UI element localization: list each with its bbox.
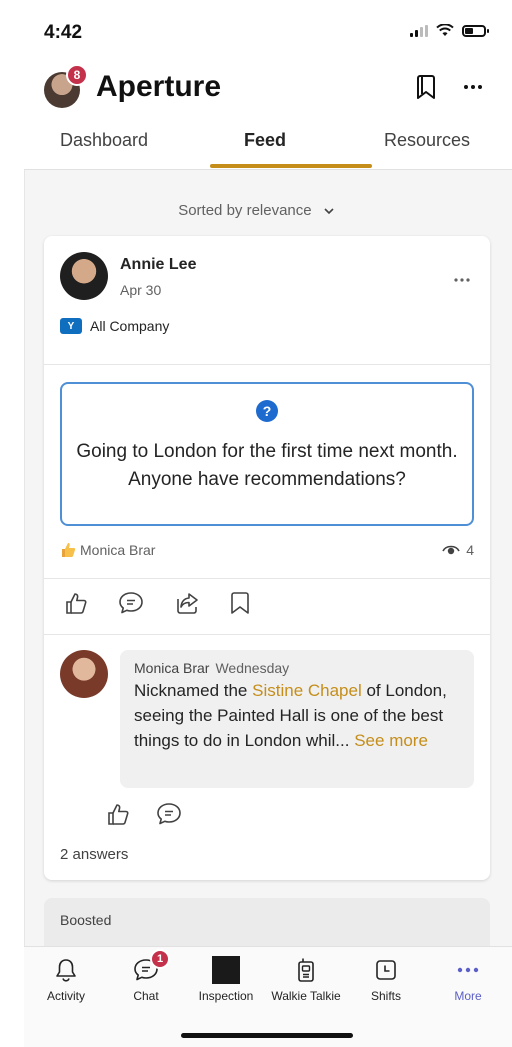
nav-activity-label: Activity xyxy=(46,989,85,1003)
nav-inspection-label: Inspection xyxy=(198,989,254,1003)
chat-badge: 1 xyxy=(150,949,170,969)
reply-author[interactable]: Monica Brar xyxy=(134,660,209,676)
wifi-icon xyxy=(436,24,454,36)
bottom-nav: Activity 1 Chat Inspection Walkie Talkie… xyxy=(24,946,512,1047)
post-actions xyxy=(64,591,250,620)
nav-chat[interactable]: 1 Chat xyxy=(106,949,186,1003)
reacted-by[interactable]: Monica Brar xyxy=(60,542,155,558)
walkie-talkie-icon xyxy=(298,958,314,982)
sort-dropdown[interactable]: Sorted by relevance xyxy=(0,202,512,219)
reply-bubble: Monica Brar Wednesday Nicknamed the Sisti… xyxy=(120,650,474,788)
nav-walkie-talkie-label: Walkie Talkie xyxy=(271,989,341,1003)
comment-icon[interactable] xyxy=(118,591,144,620)
tab-dashboard[interactable]: Dashboard xyxy=(60,130,148,151)
app-title: Aperture xyxy=(96,70,222,103)
reply-time: Wednesday xyxy=(215,660,290,676)
bookmark-icon[interactable] xyxy=(416,74,436,100)
reply-like-icon[interactable] xyxy=(106,802,130,831)
answers-count[interactable]: 2 answers xyxy=(60,846,128,863)
divider xyxy=(44,364,490,365)
nav-shifts[interactable]: Shifts xyxy=(346,955,426,1003)
author-name[interactable]: Annie Lee xyxy=(120,256,196,274)
nav-more[interactable]: More xyxy=(428,955,508,1003)
view-count: 4 xyxy=(442,542,474,558)
active-tab-indicator xyxy=(210,164,372,168)
shifts-icon xyxy=(376,960,396,980)
boosted-section: Boosted xyxy=(44,898,490,948)
nav-more-label: More xyxy=(454,989,482,1003)
community-link[interactable]: Y All Company xyxy=(60,318,169,334)
reaction-summary: Monica Brar 4 xyxy=(60,542,474,562)
reply-link[interactable]: Sistine Chapel xyxy=(252,681,362,700)
reply-author-avatar[interactable] xyxy=(60,650,108,698)
reacted-by-name: Monica Brar xyxy=(80,542,156,558)
divider xyxy=(44,634,490,635)
yammer-icon: Y xyxy=(60,318,82,334)
reply-actions xyxy=(106,802,182,831)
more-options-icon[interactable] xyxy=(464,84,482,90)
notification-badge: 8 xyxy=(66,64,88,86)
bell-icon xyxy=(56,959,76,982)
eye-icon xyxy=(442,545,460,555)
question-icon: ? xyxy=(256,400,278,422)
share-icon[interactable] xyxy=(174,591,200,620)
post-more-icon[interactable] xyxy=(454,266,470,287)
sort-label: Sorted by relevance xyxy=(178,202,312,219)
boosted-label: Boosted xyxy=(60,912,112,928)
question-box[interactable]: ? Going to London for the first time nex… xyxy=(60,382,474,526)
inspection-icon xyxy=(212,956,240,984)
tab-resources[interactable]: Resources xyxy=(384,130,470,151)
nav-walkie-talkie[interactable]: Walkie Talkie xyxy=(266,955,346,1003)
author-avatar[interactable] xyxy=(60,252,108,300)
see-more-link[interactable]: See more xyxy=(354,731,428,750)
tab-feed[interactable]: Feed xyxy=(244,130,286,151)
more-icon xyxy=(457,967,479,973)
question-text: Going to London for the first time next … xyxy=(76,441,458,490)
reply-text-start: Nicknamed the xyxy=(134,681,253,700)
status-icons xyxy=(410,24,489,37)
divider xyxy=(44,578,490,579)
signal-icon xyxy=(410,24,428,37)
save-bookmark-icon[interactable] xyxy=(230,591,250,620)
nav-chat-label: Chat xyxy=(133,989,159,1003)
view-count-value: 4 xyxy=(466,542,474,558)
like-icon[interactable] xyxy=(64,591,88,620)
reply-text: Nicknamed the Sistine Chapel of London, … xyxy=(134,678,460,753)
post-date: Apr 30 xyxy=(120,282,162,298)
home-indicator[interactable] xyxy=(181,1033,353,1038)
thumbs-up-emoji-icon xyxy=(62,543,76,557)
app-screen: 4:42 8 Aperture Dashboard Feed Resources… xyxy=(0,0,512,1047)
reply-comment-icon[interactable] xyxy=(156,802,182,831)
nav-activity[interactable]: Activity xyxy=(26,955,106,1003)
tab-bar: Dashboard Feed Resources xyxy=(24,120,512,170)
header-actions xyxy=(416,74,482,100)
nav-inspection[interactable]: Inspection xyxy=(186,955,266,1003)
reply-meta: Monica Brar Wednesday xyxy=(134,660,460,676)
chevron-down-icon xyxy=(324,207,334,214)
status-time: 4:42 xyxy=(44,22,83,43)
post-card: Annie Lee Apr 30 Y All Company ? Going t… xyxy=(44,236,490,880)
nav-shifts-label: Shifts xyxy=(370,989,401,1003)
community-name: All Company xyxy=(90,318,170,334)
battery-icon xyxy=(462,24,489,37)
